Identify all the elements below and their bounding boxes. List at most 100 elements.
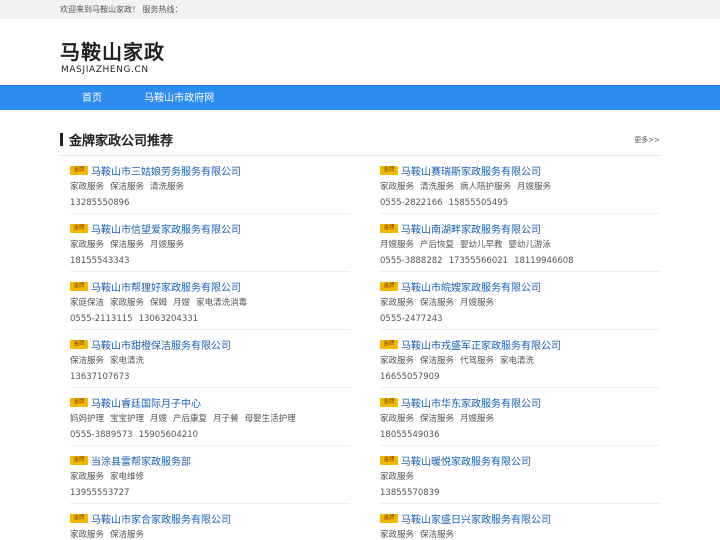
company-column-right: 金牌 马鞍山赛瑞斯家政服务有限公司家政服务 清洗服务 病人陪护服务 月嫂服务 0555-2… [380, 156, 660, 540]
service-tag: 保洁服务 [420, 414, 455, 424]
service-tag: 家政服务 [380, 356, 415, 366]
company-phones: 18155543343 [70, 254, 350, 269]
phone-number: 15905604210 [138, 430, 199, 440]
company-name-link[interactable]: 马鞍山市戎盛军正家政服务有限公司 [401, 337, 561, 352]
gold-badge-icon: 金牌 [380, 281, 398, 291]
company-name-link[interactable]: 马鞍山赛瑞斯家政服务有限公司 [401, 163, 541, 178]
service-tag: 家政服务 [110, 298, 145, 308]
more-link[interactable]: 更多>> [634, 135, 660, 145]
service-tag: 婴幼儿游泳 [508, 240, 552, 250]
company-services: 家政服务 保洁服务 月嫂服务 [70, 238, 350, 253]
service-tag: 保洁服务 [420, 356, 455, 366]
company-phones: 16655057909 [380, 370, 660, 385]
company-item: 金牌 当涂县雷帮家政服务部家政服务 家电维修 13955553727 [70, 446, 350, 504]
phone-number: 15855505495 [448, 198, 509, 208]
phone-number: 13063204331 [138, 314, 199, 324]
service-tag: 家电清洗 [500, 356, 535, 366]
company-phones: 13955553727 [70, 486, 350, 501]
phone-number: 16655057909 [380, 372, 440, 382]
service-tag: 宝宝护理 [110, 414, 145, 424]
company-item: 金牌 马鞍山家盛日兴家政服务有限公司 家政服务 保洁服务 [380, 504, 660, 540]
service-tag: 代驾服务 [460, 356, 495, 366]
service-tag: 保洁服务 [110, 530, 145, 540]
company-name-link[interactable]: 马鞍山市三姑娘劳务服务有限公司 [91, 163, 241, 178]
company-name-link[interactable]: 马鞍山市家合家政服务有限公司 [91, 511, 231, 526]
service-tag: 婴幼儿早教 [460, 240, 503, 250]
phone-number: 18155543343 [70, 256, 130, 266]
phone-number: 0555-2477243 [380, 314, 443, 324]
company-name-link[interactable]: 马鞍山南湖畔家政服务有限公司 [401, 221, 541, 236]
company-phones: 13637107673 [70, 370, 350, 385]
company-name-row: 金牌 马鞍山市信望爱家政服务有限公司 [70, 220, 350, 236]
company-item: 金牌 马鞍山市甜橙保洁服务有限公司保洁服务 家电清洗 13637107673 [70, 330, 350, 388]
company-name-link[interactable]: 马鞍山暖悦家政服务有限公司 [401, 453, 531, 468]
company-services: 家政服务 保洁服务 月嫂服务 [380, 412, 660, 427]
company-phones: 0555-2113115 13063204331 [70, 312, 350, 327]
gold-badge-icon: 金牌 [70, 339, 88, 349]
gold-badge-icon: 金牌 [70, 165, 88, 175]
nav-gov-site[interactable]: 马鞍山市政府网 [144, 87, 214, 111]
phone-number: 0555-3888282 [380, 256, 443, 266]
service-tag: 家政服务 [70, 182, 105, 192]
company-name-row: 金牌 马鞍山南湖畔家政服务有限公司 [380, 220, 660, 236]
service-tag: 产后康复 [173, 414, 208, 424]
company-column-left: 金牌 马鞍山市三姑娘劳务服务有限公司 家政服务 保洁服务 清洗服务 13285550896… [70, 156, 350, 540]
nav-home[interactable]: 首页 [82, 87, 102, 111]
company-name-row: 金牌 当涂县雷帮家政服务部 [70, 452, 350, 468]
company-services: 妈妈护理 宝宝护理 月嫂 产后康复 月子餐 母婴生活护理 [70, 412, 350, 427]
service-tag: 保洁服务 [70, 356, 105, 366]
company-name-link[interactable]: 马鞍山睿廷国际月子中心 [91, 395, 201, 410]
service-tag: 家电清洗 [110, 356, 145, 366]
company-name-row: 金牌 马鞍山市华东家政服务有限公司 [380, 394, 660, 410]
phone-number: 18119946608 [514, 256, 574, 266]
company-item: 金牌 马鞍山市家合家政服务有限公司 家政服务 保洁服务 [70, 504, 350, 540]
company-name-row: 金牌 马鞍山市帮狸好家政服务有限公司 [70, 278, 350, 294]
service-tag: 产后恢复 [420, 240, 455, 250]
phone-number: 13285550896 [70, 198, 130, 208]
section-title: 金牌家政公司推荐 [69, 134, 174, 149]
gold-badge-icon: 金牌 [70, 223, 88, 233]
company-item: 金牌 马鞍山睿廷国际月子中心 妈妈护理 宝宝护理 月嫂 产后康复 月子餐 母婴生活护理 0555… [70, 388, 350, 446]
service-tag: 家政服务 [70, 472, 105, 482]
service-tag: 妈妈护理 [70, 414, 105, 424]
service-tag: 家政服务 [380, 414, 415, 424]
company-services: 家政服务 保洁服务 [70, 528, 350, 540]
company-phones: 0555-2477243 [380, 312, 660, 327]
company-services: 家政服务 清洗服务 病人陪护服务 月嫂服务 [380, 180, 660, 195]
company-item: 金牌 马鞍山市华东家政服务有限公司 家政服务 保洁服务 月嫂服务 18055549036 [380, 388, 660, 446]
service-tag: 月嫂 [173, 298, 191, 308]
company-name-link[interactable]: 马鞍山市皖嫂家政服务有限公司 [401, 279, 541, 294]
company-name-link[interactable]: 当涂县雷帮家政服务部 [91, 453, 191, 468]
company-name-link[interactable]: 马鞍山家盛日兴家政服务有限公司 [401, 511, 551, 526]
service-tag: 保洁服务 [110, 182, 145, 192]
service-tag: 保洁服务 [420, 298, 455, 308]
service-tag: 月嫂服务 [517, 182, 552, 192]
company-name-link[interactable]: 马鞍山市信望爱家政服务有限公司 [91, 221, 241, 236]
service-tag: 清洗服务 [150, 182, 185, 192]
service-tag: 月子餐 [213, 414, 239, 424]
service-tag: 月嫂服务 [460, 414, 495, 424]
top-bar: 欢迎来到马鞍山家政！ 服务热线： [0, 0, 720, 19]
company-name-row: 金牌 马鞍山市戎盛军正家政服务有限公司 [380, 336, 660, 352]
company-name-link[interactable]: 马鞍山市华东家政服务有限公司 [401, 395, 541, 410]
service-tag: 家庭保洁 [70, 298, 105, 308]
service-tag: 家政服务 [70, 240, 105, 250]
service-tag: 家政服务 [380, 298, 415, 308]
company-item: 金牌 马鞍山市戎盛军正家政服务有限公司家政服务 保洁服务 代驾服务 家电清洗 166550… [380, 330, 660, 388]
gold-badge-icon: 金牌 [380, 397, 398, 407]
site-logo-domain: MASJIAZHENG.CN [61, 65, 149, 75]
gold-badge-icon: 金牌 [70, 281, 88, 291]
service-tag: 家电维修 [110, 472, 145, 482]
site-logo[interactable]: 马鞍山家政 [60, 36, 165, 65]
company-name-link[interactable]: 马鞍山市甜橙保洁服务有限公司 [91, 337, 231, 352]
phone-number: 17355566021 [448, 256, 509, 266]
company-name-row: 金牌 马鞍山市三姑娘劳务服务有限公司 [70, 162, 350, 178]
company-phones: 0555-3888282 17355566021 18119946608 [380, 254, 660, 269]
service-tag: 月嫂 [150, 414, 168, 424]
company-name-link[interactable]: 马鞍山市帮狸好家政服务有限公司 [91, 279, 241, 294]
phone-number: 0555-2822166 [380, 198, 443, 208]
welcome-text: 欢迎来到马鞍山家政！ 服务热线： [60, 5, 183, 14]
gold-badge-icon: 金牌 [380, 223, 398, 233]
service-tag: 月嫂服务 [150, 240, 185, 250]
service-tag: 病人陪护服务 [460, 182, 512, 192]
